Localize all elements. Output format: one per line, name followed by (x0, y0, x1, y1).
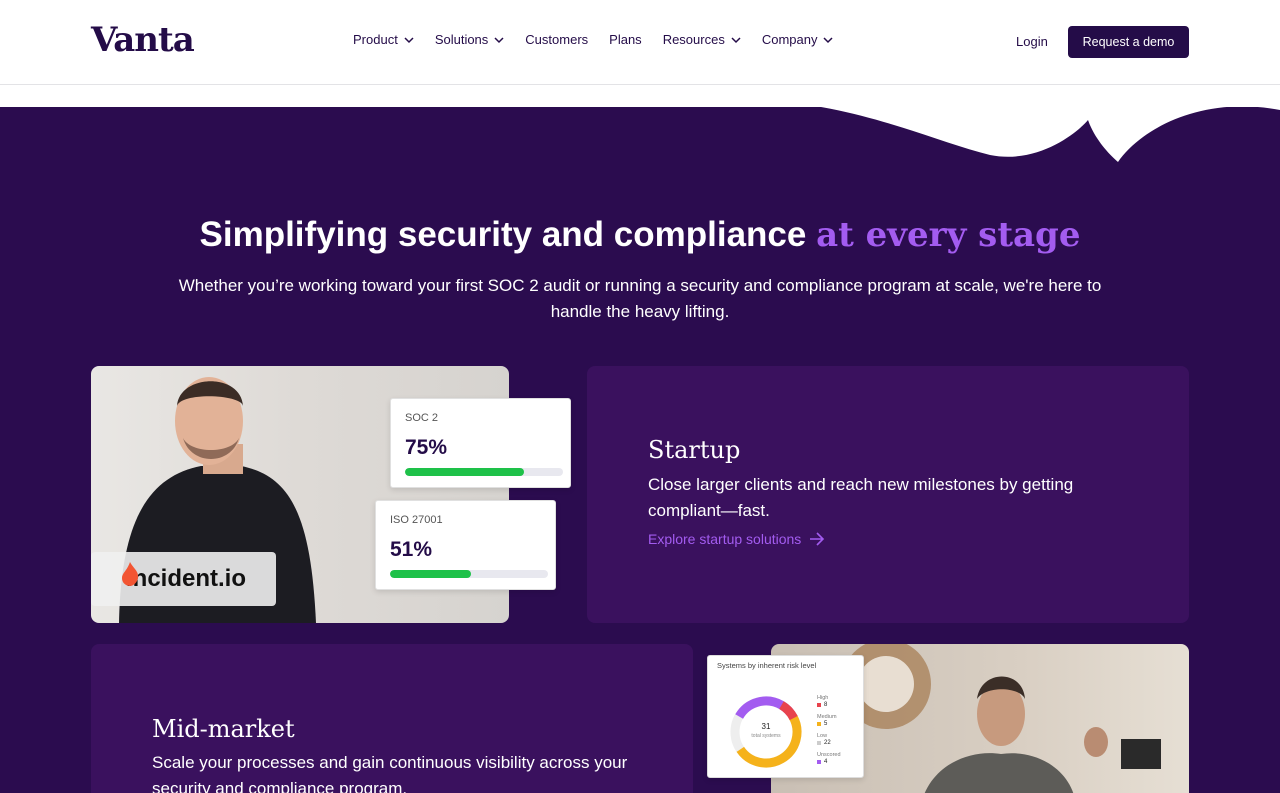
nav-item-product[interactable]: Product (353, 32, 414, 47)
legend-dot (817, 722, 821, 726)
hero-title: Simplifying security and compliance at e… (0, 215, 1280, 255)
progress-fill (405, 468, 524, 476)
legend-label: Medium (817, 714, 837, 720)
legend-value: 4 (824, 759, 828, 765)
vanta-logo[interactable]: Vanta (91, 20, 195, 60)
legend-dot (817, 703, 821, 707)
legend-row-medium: Medium 5 (817, 714, 841, 733)
arrow-right-icon (810, 532, 825, 546)
stat-value: 75% (405, 436, 448, 459)
chevron-down-icon (494, 36, 504, 43)
incident-io-badge: incident.io (91, 552, 276, 606)
progress-track (405, 468, 563, 476)
legend-dot (817, 760, 821, 764)
nav-label: Product (353, 32, 398, 47)
legend-row-unscored: Unscored 4 (817, 752, 841, 771)
progress-fill (390, 570, 471, 578)
explore-startup-link[interactable]: Explore startup solutions (648, 531, 825, 547)
soc2-progress-card: SOC 2 75% (390, 398, 571, 488)
legend-label: Unscored (817, 752, 841, 758)
card-description: Close larger clients and reach new miles… (648, 475, 1074, 520)
nav-label: Solutions (434, 32, 489, 47)
card-description: Scale your processes and gain continuous… (152, 753, 628, 793)
flame-icon (122, 562, 139, 586)
stat-value: 51% (390, 538, 433, 561)
hero-subtitle: Whether you’re working toward your first… (178, 276, 1102, 321)
chevron-down-icon (731, 36, 741, 43)
total-systems-label: total systems (751, 733, 781, 739)
legend-dot (817, 741, 821, 745)
risk-level-card: Systems by inherent risk level 31 total … (707, 655, 864, 778)
stat-label: ISO 27001 (390, 514, 443, 526)
risk-legend: High 8 Medium 5 Low 22 Unscored 4 (817, 695, 841, 771)
midmarket-card: Mid-market Scale your processes and gain… (91, 644, 693, 793)
nav-label: Customers (525, 32, 589, 47)
donut-chart (730, 696, 802, 768)
legend-value: 22 (824, 740, 831, 746)
login-link[interactable]: Login (1016, 34, 1048, 49)
nav-item-company[interactable]: Company (762, 32, 834, 47)
nav-label: Resources (662, 32, 725, 47)
legend-row-high: High 8 (817, 695, 841, 714)
wave-decoration (760, 100, 1280, 162)
site-header: Vanta Product Solutions Customers Plans … (0, 0, 1280, 85)
iso27001-progress-card: ISO 27001 51% (375, 500, 556, 590)
nav-label: Plans (609, 32, 642, 47)
total-systems-value: 31 (761, 722, 771, 731)
card-title: Startup (648, 436, 741, 464)
hero-title-main: Simplifying security and compliance (199, 215, 807, 254)
nav-item-plans[interactable]: Plans (609, 32, 642, 47)
legend-label: Low (817, 733, 828, 739)
nav-item-resources[interactable]: Resources (663, 32, 741, 47)
legend-row-low: Low 22 (817, 733, 841, 752)
progress-track (390, 570, 548, 578)
stat-label: SOC 2 (405, 412, 439, 424)
card-title: Mid-market (152, 715, 295, 743)
legend-value: 8 (824, 702, 828, 708)
chevron-down-icon (823, 36, 833, 43)
request-demo-button[interactable]: Request a demo (1068, 26, 1189, 58)
nav-label: Company (761, 32, 818, 47)
risk-card-title: Systems by inherent risk level (717, 661, 817, 670)
main-nav: Product Solutions Customers Plans Resour… (353, 32, 833, 47)
nav-item-solutions[interactable]: Solutions (435, 32, 504, 47)
link-label: Explore startup solutions (648, 531, 802, 547)
hero-title-accent: at every stage (816, 215, 1081, 255)
legend-value: 5 (824, 721, 828, 727)
legend-label: High (817, 695, 829, 701)
nav-item-customers[interactable]: Customers (525, 32, 588, 47)
chevron-down-icon (404, 36, 414, 43)
startup-card: Startup Close larger clients and reach n… (587, 366, 1189, 623)
